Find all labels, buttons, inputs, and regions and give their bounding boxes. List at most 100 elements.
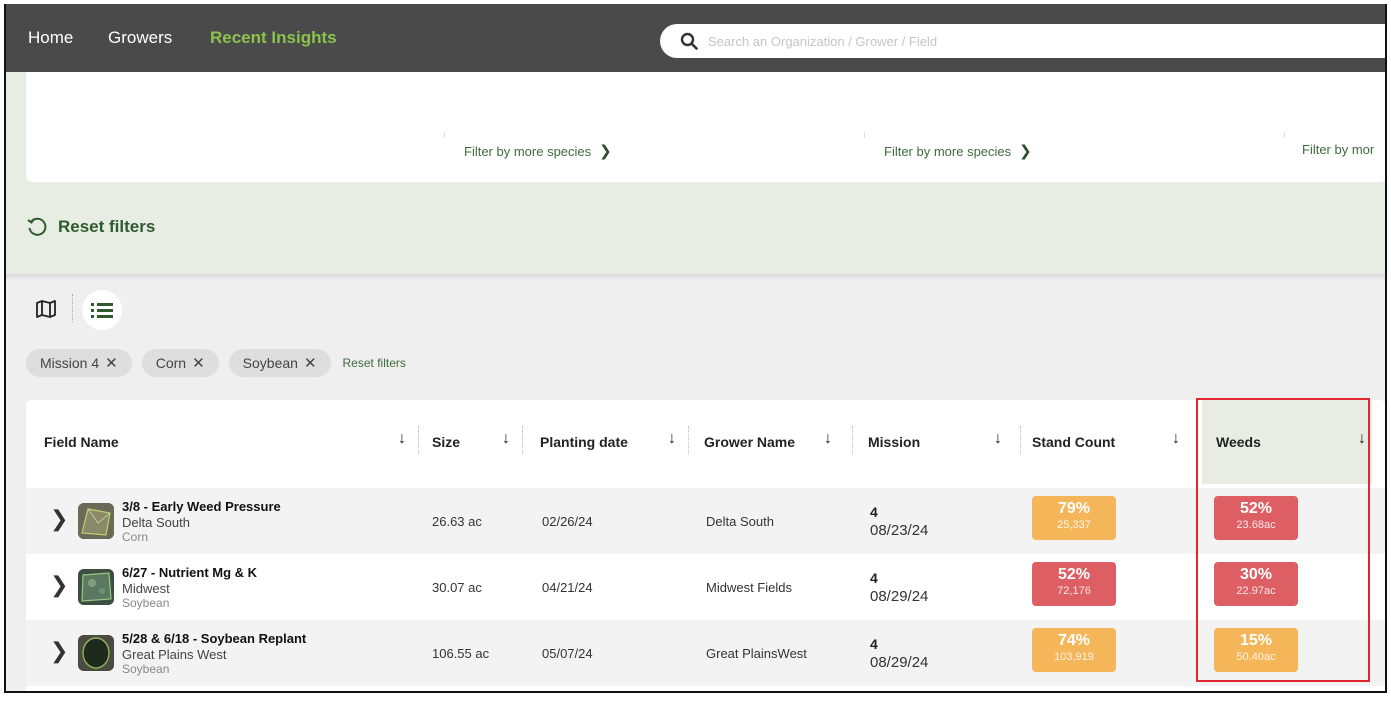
column-divider — [1020, 426, 1021, 454]
planting-date-value: 04/21/24 — [542, 580, 593, 595]
filter-panel: Filter by more species ❯ Filter by more s… — [6, 72, 1385, 274]
chevron-right-icon: ❯ — [599, 143, 612, 160]
column-divider — [688, 426, 689, 454]
table-row[interactable]: ❯ 6/27 - Nutrient Mg & K Midwest Soybean… — [26, 554, 1385, 620]
close-icon[interactable]: ✕ — [304, 354, 317, 372]
column-divider — [418, 426, 419, 454]
filter-card: Filter by more species ❯ Filter by more s… — [26, 72, 1385, 182]
chip-label: Soybean — [242, 355, 298, 371]
planting-date-value: 05/07/24 — [542, 646, 593, 661]
table-row[interactable]: ❯ 5/28 & 6/18 - Soybean Replant Great Pl… — [26, 620, 1385, 686]
close-icon[interactable]: ✕ — [192, 354, 205, 372]
badge-percent: 74% — [1057, 632, 1091, 649]
column-label: Field Name — [44, 434, 119, 450]
sort-arrow-icon[interactable]: ↓ — [1172, 430, 1180, 448]
active-filter-chips: Mission 4 ✕ Corn ✕ Soybean ✕ Reset filters — [26, 349, 406, 377]
column-grower-name[interactable]: Grower Name ↓ — [704, 400, 838, 484]
weeds-column-highlight — [1196, 398, 1370, 682]
chip-corn[interactable]: Corn ✕ — [141, 349, 219, 377]
panel-shadow — [6, 274, 1385, 280]
mission-date: 08/29/24 — [870, 654, 929, 671]
mission-number: 4 — [870, 570, 878, 586]
top-nav: Home Growers Recent Insights Search an O… — [6, 4, 1385, 72]
mission-number: 4 — [870, 504, 878, 520]
filter-more-species-link[interactable]: Filter by more species ❯ — [884, 142, 1032, 160]
list-view-button[interactable] — [82, 290, 122, 330]
mission-date: 08/23/24 — [870, 522, 929, 539]
view-divider — [72, 294, 73, 322]
chevron-right-icon[interactable]: ❯ — [50, 638, 68, 664]
reset-filters-link[interactable]: Reset filters — [343, 356, 406, 370]
field-name[interactable]: 5/28 & 6/18 - Soybean Replant — [122, 631, 306, 646]
column-divider — [852, 426, 853, 454]
field-crop: Soybean — [122, 596, 170, 610]
close-icon[interactable]: ✕ — [105, 354, 118, 372]
field-crop: Soybean — [122, 662, 170, 676]
filter-divider — [864, 132, 865, 138]
column-field-name[interactable]: Field Name ↓ — [44, 400, 412, 484]
size-value: 106.55 ac — [432, 646, 490, 661]
sort-arrow-icon[interactable]: ↓ — [502, 430, 510, 448]
filter-more-species-label: Filter by more species — [464, 144, 592, 159]
chevron-right-icon: ❯ — [1019, 143, 1032, 160]
column-label: Stand Count — [1032, 434, 1116, 450]
badge-detail: 25,337 — [1057, 519, 1091, 531]
filter-more-species-link[interactable]: Filter by mor — [1302, 142, 1374, 157]
filter-more-species-label: Filter by mor — [1302, 142, 1375, 157]
app-frame: Home Growers Recent Insights Search an O… — [4, 4, 1387, 693]
column-size[interactable]: Size ↓ — [432, 400, 516, 484]
field-name[interactable]: 6/27 - Nutrient Mg & K — [122, 565, 257, 580]
field-name[interactable]: 3/8 - Early Weed Pressure — [122, 499, 281, 514]
chip-mission-4[interactable]: Mission 4 ✕ — [26, 349, 132, 377]
size-value: 26.63 ac — [432, 514, 482, 529]
nav-growers[interactable]: Growers — [108, 28, 172, 48]
grower-name-value: Delta South — [706, 514, 774, 529]
table-header: Field Name ↓ Size ↓ Planting date ↓ Grower … — [26, 400, 1385, 484]
column-planting-date[interactable]: Planting date ↓ — [540, 400, 682, 484]
filter-more-species-label: Filter by more species — [884, 144, 1012, 159]
column-label: Grower Name — [704, 434, 796, 450]
column-label: Size — [432, 434, 461, 450]
stand-count-badge[interactable]: 79% 25,337 — [1032, 496, 1116, 540]
badge-percent: 79% — [1057, 500, 1091, 517]
chip-label: Corn — [155, 355, 187, 371]
reset-filters-label: Reset filters — [58, 217, 156, 236]
sort-arrow-icon[interactable]: ↓ — [824, 430, 832, 448]
search-placeholder: Search an Organization / Grower / Field — [708, 34, 938, 49]
reset-filters-button[interactable]: Reset filters — [26, 216, 155, 238]
sort-arrow-icon[interactable]: ↓ — [398, 430, 406, 448]
badge-percent: 52% — [1057, 566, 1091, 583]
field-grower: Midwest — [122, 581, 170, 596]
filter-more-species-link[interactable]: Filter by more species ❯ — [464, 142, 612, 160]
chevron-right-icon[interactable]: ❯ — [50, 506, 68, 532]
column-divider — [522, 426, 523, 454]
stand-count-badge[interactable]: 52% 72,176 — [1032, 562, 1116, 606]
field-thumbnail — [78, 569, 114, 605]
sort-arrow-icon[interactable]: ↓ — [994, 430, 1002, 448]
nav-home[interactable]: Home — [28, 28, 73, 48]
field-thumbnail — [78, 503, 114, 539]
field-grower: Great Plains West — [122, 647, 227, 662]
reset-icon — [27, 217, 47, 236]
size-value: 30.07 ac — [432, 580, 482, 595]
chip-label: Mission 4 — [40, 355, 100, 371]
list-icon — [91, 303, 113, 318]
mission-date: 08/29/24 — [870, 588, 929, 605]
filter-divider — [1284, 132, 1285, 138]
column-stand-count[interactable]: Stand Count ↓ — [1032, 400, 1186, 484]
grower-name-value: Midwest Fields — [706, 580, 792, 595]
insights-table: Field Name ↓ Size ↓ Planting date ↓ Grower … — [26, 400, 1385, 691]
stand-count-badge[interactable]: 74% 103,919 — [1032, 628, 1116, 672]
planting-date-value: 02/26/24 — [542, 514, 593, 529]
chevron-right-icon[interactable]: ❯ — [50, 572, 68, 598]
field-thumbnail — [78, 635, 114, 671]
column-mission[interactable]: Mission ↓ — [868, 400, 1008, 484]
search-icon — [680, 32, 698, 50]
sort-arrow-icon[interactable]: ↓ — [668, 430, 676, 448]
table-row[interactable]: ❯ 3/8 - Early Weed Pressure Delta South … — [26, 488, 1385, 554]
nav-recent-insights[interactable]: Recent Insights — [210, 28, 337, 48]
search-input[interactable]: Search an Organization / Grower / Field — [660, 24, 1385, 58]
map-view-icon[interactable] — [36, 300, 56, 318]
chip-soybean[interactable]: Soybean ✕ — [228, 349, 331, 377]
column-label: Planting date — [540, 434, 628, 450]
